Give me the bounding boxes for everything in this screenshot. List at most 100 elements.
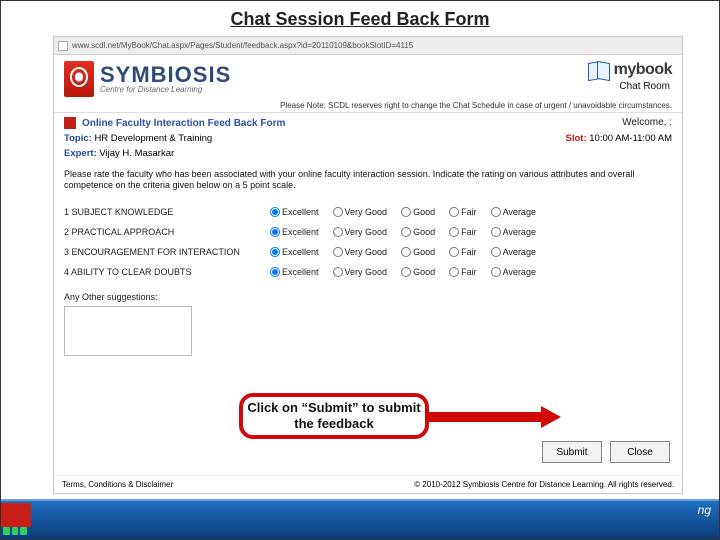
chat-room-label: Chat Room — [619, 81, 672, 92]
rating-label: Excellent — [282, 202, 319, 222]
rating-radio[interactable] — [491, 267, 501, 277]
corner-emblem — [1, 503, 31, 527]
rating-group: Excellent Very Good Good Fair Average — [270, 242, 536, 262]
rating-label: Fair — [461, 262, 477, 282]
rating-option[interactable]: Excellent — [270, 222, 319, 242]
expert-value: Vijay H. Masarkar — [99, 148, 174, 159]
rating-label: Average — [503, 262, 536, 282]
rating-option[interactable]: Good — [401, 202, 435, 222]
bottom-strip — [1, 499, 719, 539]
rating-radio[interactable] — [333, 247, 343, 257]
rating-radio[interactable] — [270, 227, 280, 237]
rating-radio[interactable] — [491, 227, 501, 237]
rating-option[interactable]: Fair — [449, 262, 477, 282]
rating-radio[interactable] — [449, 227, 459, 237]
rating-label: Average — [503, 202, 536, 222]
rating-option[interactable]: Good — [401, 262, 435, 282]
topic-value: HR Development & Training — [94, 133, 212, 144]
rating-group: Excellent Very Good Good Fair Average — [270, 222, 536, 242]
terms-link[interactable]: Terms, Conditions & Disclaimer — [62, 480, 173, 489]
criteria-label: 1 SUBJECT KNOWLEDGE — [60, 202, 270, 222]
rating-option[interactable]: Excellent — [270, 262, 319, 282]
mybook-logo: mybook — [588, 61, 672, 79]
submit-button[interactable]: Submit — [542, 441, 602, 463]
rating-radio[interactable] — [401, 247, 411, 257]
rating-radio[interactable] — [270, 267, 280, 277]
page-header: SYMBIOSIS Centre for Distance Learning m… — [54, 55, 682, 99]
criteria-row: 4 ABILITY TO CLEAR DOUBTSExcellent Very G… — [60, 262, 676, 282]
form-title-text: Online Faculty Interaction Feed Back For… — [82, 118, 285, 129]
rating-option[interactable]: Fair — [449, 242, 477, 262]
rating-option[interactable]: Excellent — [270, 202, 319, 222]
rating-option[interactable]: Average — [491, 262, 536, 282]
rating-option[interactable]: Fair — [449, 202, 477, 222]
slot-value: 10:00 AM-11:00 AM — [589, 133, 672, 144]
slot-label: Slot: — [566, 133, 587, 144]
rating-label: Fair — [461, 242, 477, 262]
close-button[interactable]: Close — [610, 441, 670, 463]
rating-radio[interactable] — [491, 207, 501, 217]
rating-radio[interactable] — [401, 267, 411, 277]
criteria-label: 3 ENCOURAGEMENT FOR INTERACTION — [60, 242, 270, 262]
rating-radio[interactable] — [449, 207, 459, 217]
symbiosis-emblem-icon — [64, 61, 94, 97]
rating-radio[interactable] — [491, 247, 501, 257]
instructions-text: Please rate the faculty who has been ass… — [54, 161, 682, 196]
rating-radio[interactable] — [333, 207, 343, 217]
criteria-list: 1 SUBJECT KNOWLEDGE Excellent Very Good Goo… — [54, 196, 682, 286]
criteria-label: 4 ABILITY TO CLEAR DOUBTS — [60, 262, 270, 282]
rating-label: Good — [413, 222, 435, 242]
rating-option[interactable]: Very Good — [333, 202, 388, 222]
mybook-text: mybook — [614, 61, 672, 79]
rating-option[interactable]: Fair — [449, 222, 477, 242]
symbiosis-logo: SYMBIOSIS Centre for Distance Learning — [64, 61, 231, 97]
rating-option[interactable]: Good — [401, 222, 435, 242]
taskbar-fragment — [1, 525, 29, 539]
callout-box: Click on “Submit” to submit the feedback — [239, 393, 429, 439]
expert-row: Expert: Vijay H. Masarkar — [54, 146, 682, 161]
rating-label: Good — [413, 262, 435, 282]
schedule-note: Please Note: SCDL reserves right to chan… — [54, 99, 682, 113]
rating-option[interactable]: Average — [491, 222, 536, 242]
form-title-row: Online Faculty Interaction Feed Back For… — [54, 113, 682, 131]
callout-arrow-icon — [429, 409, 561, 425]
rating-label: Very Good — [345, 262, 388, 282]
copyright-text: © 2010-2012 Symbiosis Centre for Distanc… — [414, 480, 674, 489]
rating-radio[interactable] — [333, 267, 343, 277]
rating-label: Very Good — [345, 222, 388, 242]
rating-label: Very Good — [345, 242, 388, 262]
rating-option[interactable]: Good — [401, 242, 435, 262]
rating-label: Very Good — [345, 202, 388, 222]
rating-option[interactable]: Average — [491, 242, 536, 262]
rating-radio[interactable] — [449, 267, 459, 277]
rating-radio[interactable] — [449, 247, 459, 257]
rating-radio[interactable] — [270, 207, 280, 217]
rating-option[interactable]: Average — [491, 202, 536, 222]
page-icon — [58, 41, 68, 51]
rating-option[interactable]: Excellent — [270, 242, 319, 262]
rating-label: Excellent — [282, 222, 319, 242]
rating-option[interactable]: Very Good — [333, 242, 388, 262]
rating-radio[interactable] — [333, 227, 343, 237]
rating-label: Excellent — [282, 242, 319, 262]
rating-radio[interactable] — [270, 247, 280, 257]
address-bar: www.scdl.net/MyBook/Chat.aspx/Pages/Stud… — [54, 37, 682, 55]
rating-option[interactable]: Very Good — [333, 222, 388, 242]
criteria-row: 3 ENCOURAGEMENT FOR INTERACTIONExcellent… — [60, 242, 676, 262]
book-icon — [588, 62, 610, 78]
rating-radio[interactable] — [401, 207, 411, 217]
url-text: www.scdl.net/MyBook/Chat.aspx/Pages/Stud… — [72, 41, 678, 50]
rating-label: Good — [413, 202, 435, 222]
criteria-row: 2 PRACTICAL APPROACHExcellentVery GoodGo… — [60, 222, 676, 242]
rating-label: Average — [503, 242, 536, 262]
rating-label: Fair — [461, 202, 477, 222]
brand-main: SYMBIOSIS — [100, 64, 231, 86]
rating-label: Average — [503, 222, 536, 242]
rating-option[interactable]: Very Good — [333, 262, 388, 282]
topic-row: Topic: HR Development & Training Slot: 1… — [54, 131, 682, 146]
suggestions-label: Any Other suggestions: — [54, 286, 682, 304]
slide-title: Chat Session Feed Back Form — [1, 1, 719, 36]
suggestions-input[interactable] — [64, 306, 192, 356]
rating-label: Good — [413, 242, 435, 262]
rating-radio[interactable] — [401, 227, 411, 237]
